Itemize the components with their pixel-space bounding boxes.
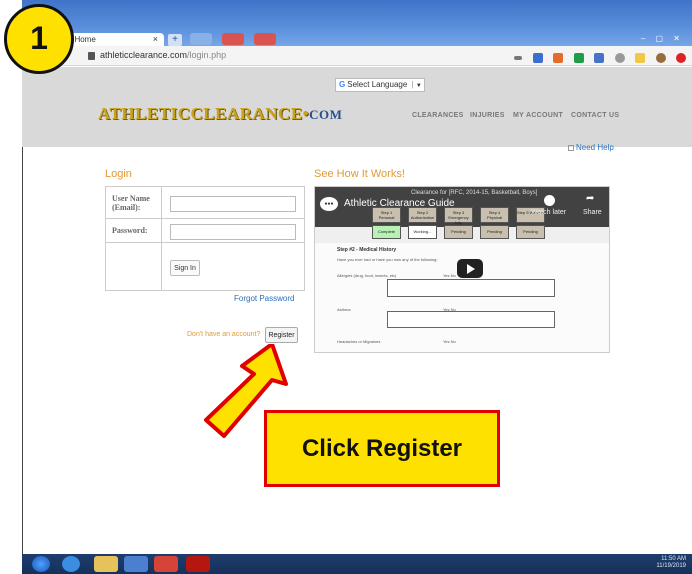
nav-clearances[interactable]: CLEARANCES xyxy=(412,112,464,119)
nav-injuries[interactable]: INJURIES xyxy=(470,112,505,119)
extension-icon[interactable] xyxy=(594,52,605,63)
translate-separator: | xyxy=(411,80,414,89)
extension-icon[interactable] xyxy=(553,52,564,63)
video-step: Step 4 Physical xyxy=(480,207,509,223)
translate-label: Select Language xyxy=(347,80,408,89)
extension-icon[interactable] xyxy=(676,52,686,63)
acrobat-icon[interactable] xyxy=(186,556,210,572)
taskbar-app-icon[interactable] xyxy=(124,556,148,572)
chrome-icon[interactable] xyxy=(154,556,178,572)
need-help-link[interactable]: Need Help xyxy=(568,143,614,152)
video-status: Complete xyxy=(372,225,401,239)
chevron-down-icon: ▼ xyxy=(415,83,422,89)
window-controls-icon[interactable]: – ▢ ✕ xyxy=(641,34,684,43)
empty-cell xyxy=(105,242,162,291)
register-button[interactable]: Register xyxy=(265,327,298,343)
share-label[interactable]: Share xyxy=(583,209,602,216)
video-status: Working... xyxy=(408,225,437,239)
nav-contact-us[interactable]: CONTACT US xyxy=(571,112,619,119)
site-logo[interactable]: ATHLETICCLEARANCE•COM xyxy=(98,104,342,124)
star-icon[interactable] xyxy=(532,52,543,63)
share-icon[interactable]: ➦ xyxy=(586,193,594,204)
password-cell xyxy=(161,218,305,243)
profile-icon[interactable] xyxy=(655,52,666,63)
clock-time: 11:50 AM xyxy=(661,556,686,562)
extension-icon[interactable] xyxy=(635,52,646,63)
address-bar[interactable]: athleticclearance.com/login.php xyxy=(22,46,692,66)
video-textbox xyxy=(387,279,555,297)
video-yes-no: Yes No xyxy=(443,339,456,344)
login-form: User Name (Email): Password: Sign In xyxy=(105,186,305,291)
callout-box: Click Register xyxy=(264,410,500,487)
translate-select[interactable]: G Select Language | ▼ xyxy=(335,78,425,92)
url-text[interactable]: athleticclearance.com/login.php xyxy=(100,50,226,60)
taskbar xyxy=(22,554,692,574)
video-status: Pending xyxy=(480,225,509,239)
ie-icon[interactable] xyxy=(62,556,80,572)
login-title: Login xyxy=(105,168,132,180)
lock-icon xyxy=(88,52,95,60)
video-player[interactable]: Step #2 - Medical History Have you ever … xyxy=(314,186,610,353)
video-step: Step 2 Authorization xyxy=(408,207,437,223)
video-status: Pending xyxy=(516,225,545,239)
new-tab-button[interactable]: + xyxy=(168,34,182,46)
video-q3: Headaches or Migraines xyxy=(337,339,381,344)
system-tray[interactable]: 11:50 AM 11/19/2019 xyxy=(656,556,686,570)
video-status: Pending xyxy=(444,225,473,239)
tab-icon[interactable] xyxy=(190,33,212,45)
google-icon: G xyxy=(339,80,346,89)
key-icon[interactable] xyxy=(514,55,523,60)
extension-icon[interactable] xyxy=(614,52,625,63)
signin-cell: Sign In xyxy=(161,242,305,291)
video-section-title: Step #2 - Medical History xyxy=(337,247,397,253)
logo-com: COM xyxy=(309,107,343,122)
video-caption: Clearance for [RFC, 2014-15, Basketball,… xyxy=(411,190,538,196)
password-label: Password: xyxy=(105,218,162,243)
play-button[interactable] xyxy=(457,259,483,278)
password-input[interactable] xyxy=(170,223,296,240)
extension-icon[interactable] xyxy=(573,52,584,63)
video-step: Step 1 Personal xyxy=(372,207,401,223)
clock-date: 11/19/2019 xyxy=(656,563,686,569)
need-help-text: Need Help xyxy=(576,143,614,152)
no-account-text: Don't have an account? xyxy=(187,331,261,338)
video-intro: Have you ever had or have you now any of… xyxy=(337,257,438,262)
video-q2: Asthma xyxy=(337,307,351,312)
logo-text: ATHLETICCLEARANCE xyxy=(98,104,303,123)
username-label: User Name (Email): xyxy=(105,186,162,219)
username-cell xyxy=(161,186,305,219)
forgot-password-link[interactable]: Forgot Password xyxy=(234,294,294,303)
broken-image-icon xyxy=(568,145,574,151)
start-button-icon[interactable] xyxy=(32,556,50,572)
nav-my-account[interactable]: MY ACCOUNT xyxy=(513,112,563,119)
step-number-badge: 1 xyxy=(4,4,74,74)
video-step: Step 3 Emergency Info xyxy=(444,207,473,225)
watch-later-label[interactable]: Watch later xyxy=(531,209,566,216)
username-input[interactable] xyxy=(170,195,296,212)
tab-icon[interactable] xyxy=(222,33,244,45)
extension-icons[interactable] xyxy=(508,49,686,63)
video-title[interactable]: Athletic Clearance Guide xyxy=(344,198,455,209)
video-textbox xyxy=(387,311,555,328)
explorer-icon[interactable] xyxy=(94,556,118,572)
how-it-works-heading: See How It Works! xyxy=(314,168,405,180)
sign-in-button[interactable]: Sign In xyxy=(170,260,200,277)
other-tabs[interactable] xyxy=(190,32,300,46)
url-path: /login.php xyxy=(187,50,227,60)
clock-icon[interactable] xyxy=(544,195,555,206)
tab-close-icon[interactable]: × xyxy=(153,34,158,44)
url-domain: athleticclearance.com xyxy=(100,50,188,60)
tab-icon[interactable] xyxy=(254,33,276,45)
video-q1: Allergies (drug, food, insects, etc) xyxy=(337,273,397,278)
channel-logo-icon[interactable]: ●●● xyxy=(320,197,338,211)
